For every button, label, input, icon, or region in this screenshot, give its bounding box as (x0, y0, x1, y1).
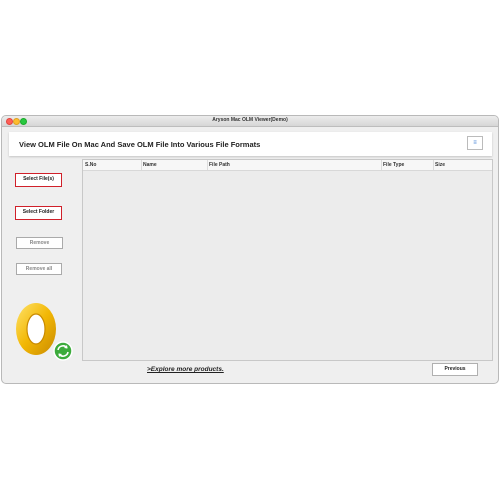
select-folder-button[interactable]: Select Folder (15, 206, 62, 220)
select-files-button[interactable]: Select File(s) (15, 173, 62, 187)
table-header: S.No Name File Path File Type Size (83, 160, 492, 171)
explore-more-products-link[interactable]: >Explore more products. (147, 366, 224, 373)
column-divider (381, 160, 382, 170)
remove-all-button[interactable]: Remove all (16, 263, 62, 275)
title-bar: Aryson Mac OLM Viewer(Demo) (2, 116, 498, 127)
window-title: Aryson Mac OLM Viewer(Demo) (212, 117, 288, 123)
remove-button[interactable]: Remove (16, 237, 63, 249)
previous-button[interactable]: Previous (432, 363, 478, 376)
column-header-file-type[interactable]: File Type (383, 162, 404, 168)
file-table[interactable]: S.No Name File Path File Type Size (82, 159, 493, 361)
page-title: View OLM File On Mac And Save OLM File I… (19, 140, 261, 149)
column-header-file-path[interactable]: File Path (209, 162, 230, 168)
menu-button[interactable]: ≡ (467, 136, 483, 150)
menu-icon: ≡ (473, 140, 477, 146)
column-divider (207, 160, 208, 170)
column-header-sno[interactable]: S.No (85, 162, 96, 168)
column-header-size[interactable]: Size (435, 162, 445, 168)
header-bar: View OLM File On Mac And Save OLM File I… (9, 132, 492, 156)
column-divider (141, 160, 142, 170)
column-header-name[interactable]: Name (143, 162, 157, 168)
app-window: Aryson Mac OLM Viewer(Demo) View OLM Fil… (1, 115, 499, 384)
outlook-olm-logo-icon (16, 303, 73, 361)
column-divider (433, 160, 434, 170)
